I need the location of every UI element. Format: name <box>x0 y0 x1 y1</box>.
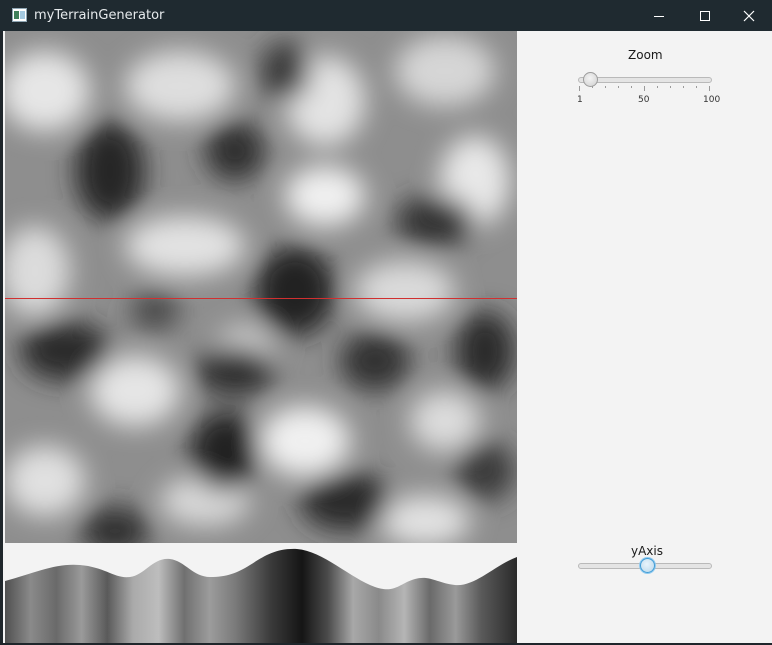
app-icon <box>12 8 27 22</box>
terrain-profile-view <box>5 543 517 643</box>
close-button[interactable] <box>726 0 772 31</box>
terrain-profile <box>5 548 517 643</box>
maximize-button[interactable] <box>682 0 728 31</box>
zoom-tick-label-max: 100 <box>703 95 721 105</box>
maximize-icon <box>700 10 710 21</box>
noise-heightmap-view[interactable] <box>5 31 517 543</box>
zoom-tick-label-min: 1 <box>577 95 583 105</box>
yaxis-slider-thumb[interactable] <box>640 558 655 573</box>
zoom-tick-label-mid: 50 <box>638 95 650 105</box>
zoom-slider-thumb[interactable] <box>583 72 598 87</box>
side-panel: Zoom 1 50 100 yAxis <box>517 31 772 643</box>
noise-heightmap <box>5 31 517 543</box>
title-bar: myTerrainGenerator <box>0 0 772 31</box>
minimize-icon <box>654 15 664 17</box>
close-icon <box>743 10 755 21</box>
yaxis-label: yAxis <box>631 544 663 558</box>
window-title: myTerrainGenerator <box>34 8 165 23</box>
window-body: Zoom 1 50 100 yAxis <box>3 31 772 643</box>
zoom-label: Zoom <box>628 48 663 62</box>
minimize-button[interactable] <box>636 0 682 31</box>
zoom-slider-track[interactable] <box>578 77 712 83</box>
